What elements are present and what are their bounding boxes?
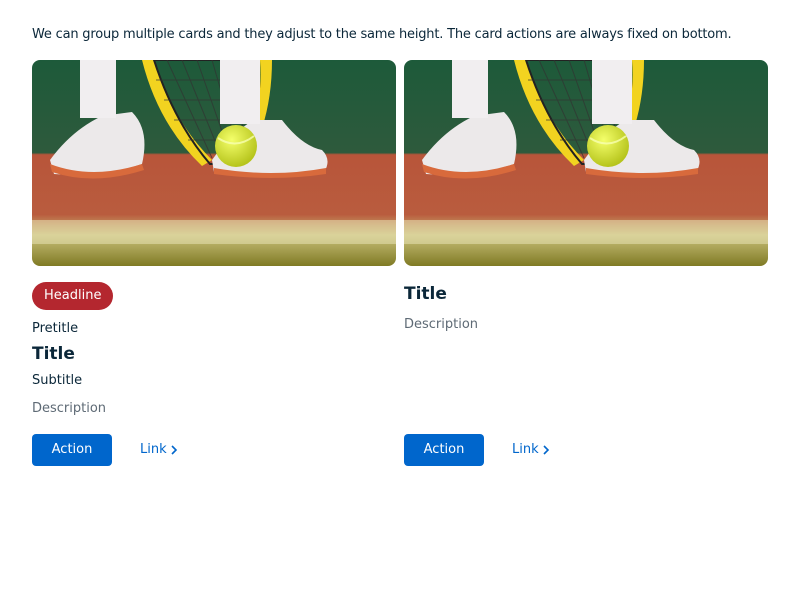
card-description: Description: [404, 317, 479, 332]
action-button[interactable]: Action: [404, 434, 484, 466]
card-description: Description: [32, 401, 107, 416]
card-image: [32, 60, 396, 266]
card-1: Headline Pretitle Title Subtitle Descrip…: [32, 60, 396, 470]
card-pretitle: Pretitle: [32, 321, 79, 336]
chevron-right-icon: [170, 445, 178, 455]
intro-text: We can group multiple cards and they adj…: [32, 27, 732, 42]
card-link[interactable]: Link: [512, 434, 550, 466]
headline-badge: Headline: [32, 282, 114, 310]
card-subtitle: Subtitle: [32, 373, 83, 388]
card-link[interactable]: Link: [140, 434, 178, 466]
card-actions: Action Link: [32, 434, 396, 466]
action-button[interactable]: Action: [32, 434, 112, 466]
page: We can group multiple cards and they adj…: [0, 0, 800, 600]
card-2: Title Description Action Link: [404, 60, 768, 470]
chevron-right-icon: [542, 445, 550, 455]
card-title: Title: [404, 284, 447, 304]
card-actions: Action Link: [404, 434, 768, 466]
card-image: [404, 60, 768, 266]
link-label: Link: [140, 442, 167, 457]
link-label: Link: [512, 442, 539, 457]
card-title: Title: [32, 344, 75, 364]
